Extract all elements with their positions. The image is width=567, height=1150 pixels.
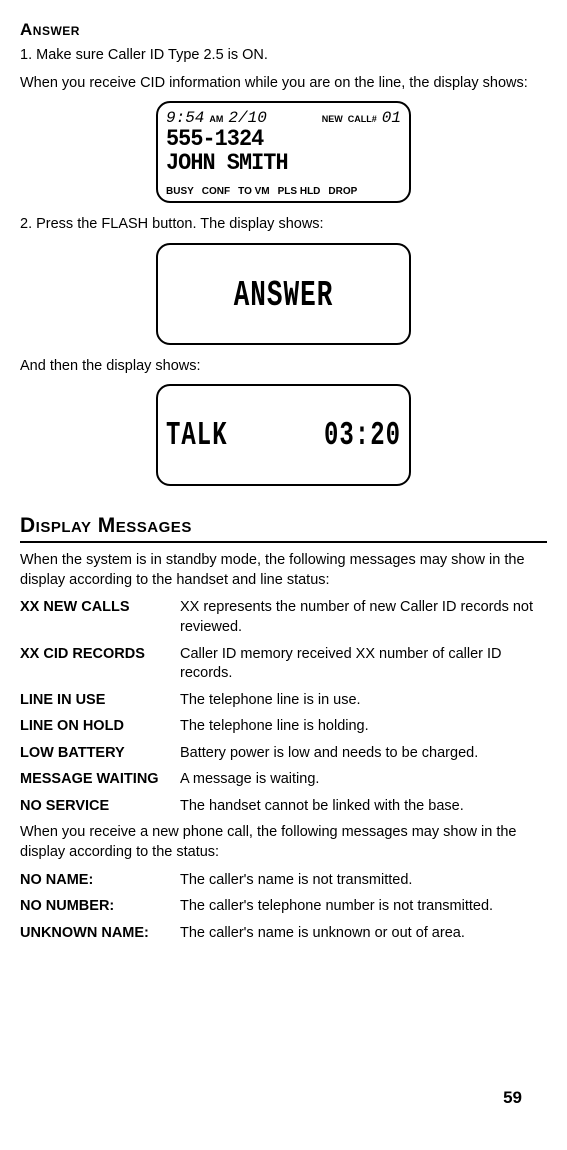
lcd1-drop: DROP [328, 186, 357, 197]
message-row: NO NAME:The caller's name is not transmi… [20, 871, 547, 891]
paragraph-then: And then the display shows: [20, 357, 547, 377]
message-desc: The telephone line is in use. [180, 691, 547, 711]
lcd1-new: NEW [322, 114, 343, 124]
message-row: NO SERVICEThe handset cannot be linked w… [20, 797, 547, 817]
lcd1-time: 9:54 [166, 109, 204, 127]
lcd1-name: JOHN SMITH [166, 151, 389, 175]
intro-call: When you receive a new phone call, the f… [20, 823, 547, 862]
lcd1-plshld: PLS HLD [278, 186, 321, 197]
lcd-display-2-wrap: ANSWER [20, 243, 547, 345]
lcd1-date: 2/10 [228, 109, 266, 127]
lcd1-top-row: 9:54 AM 2/10 NEW CALL# 01 [166, 109, 401, 127]
intro-standby: When the system is in standby mode, the … [20, 551, 547, 590]
lcd1-bottom-row: BUSY CONF TO VM PLS HLD DROP [166, 186, 401, 197]
paragraph-cid-info: When you receive CID information while y… [20, 74, 547, 94]
message-term: NO NUMBER: [20, 897, 180, 917]
message-desc: The handset cannot be linked with the ba… [180, 797, 547, 817]
message-term: XX NEW CALLS [20, 598, 180, 637]
message-term: MESSAGE WAITING [20, 770, 180, 790]
call-messages-list: NO NAME:The caller's name is not transmi… [20, 871, 547, 944]
lcd1-tovm: TO VM [238, 186, 269, 197]
lcd1-phone: 555-1324 [166, 127, 389, 151]
page-number: 59 [503, 1088, 522, 1108]
message-desc: A message is waiting. [180, 770, 547, 790]
message-desc: The caller's name is not transmitted. [180, 871, 547, 891]
standby-messages-list: XX NEW CALLSXX represents the number of … [20, 598, 547, 816]
step-2: 2. Press the FLASH button. The display s… [20, 215, 547, 235]
lcd-display-3-wrap: TALK 03:20 [20, 384, 547, 486]
message-row: NO NUMBER:The caller's telephone number … [20, 897, 547, 917]
lcd2-text: ANSWER [234, 274, 334, 316]
lcd-display-1-wrap: 9:54 AM 2/10 NEW CALL# 01 555-1324 JOHN … [20, 101, 547, 203]
lcd1-conf: CONF [202, 186, 230, 197]
lcd1-call-label: CALL# [348, 114, 377, 124]
message-term: NO NAME: [20, 871, 180, 891]
message-desc: Battery power is low and needs to be cha… [180, 744, 547, 764]
message-term: NO SERVICE [20, 797, 180, 817]
lcd3-talk: TALK [166, 417, 228, 455]
manual-page: Answer 1. Make sure Caller ID Type 2.5 i… [20, 20, 547, 1120]
lcd1-busy: BUSY [166, 186, 194, 197]
message-row: UNKNOWN NAME:The caller's name is unknow… [20, 924, 547, 944]
message-row: XX CID RECORDSCaller ID memory received … [20, 645, 547, 684]
message-term: UNKNOWN NAME: [20, 924, 180, 944]
message-row: LINE ON HOLDThe telephone line is holdin… [20, 717, 547, 737]
message-row: LINE IN USEThe telephone line is in use. [20, 691, 547, 711]
message-term: LINE ON HOLD [20, 717, 180, 737]
message-term: LINE IN USE [20, 691, 180, 711]
lcd3-row: TALK 03:20 [156, 423, 411, 450]
step-1: 1. Make sure Caller ID Type 2.5 is ON. [20, 46, 547, 66]
message-desc: The caller's telephone number is not tra… [180, 897, 547, 917]
lcd-display-3: TALK 03:20 [156, 384, 411, 486]
message-desc: The caller's name is unknown or out of a… [180, 924, 547, 944]
lcd-display-2: ANSWER [156, 243, 411, 345]
message-desc: Caller ID memory received XX number of c… [180, 645, 547, 684]
message-desc: The telephone line is holding. [180, 717, 547, 737]
lcd1-ampm: AM [209, 114, 223, 124]
lcd1-call-num: 01 [382, 109, 401, 127]
heading-answer: Answer [20, 20, 547, 40]
message-desc: XX represents the number of new Caller I… [180, 598, 547, 637]
heading-display-messages: Display Messages [20, 514, 547, 543]
message-row: XX NEW CALLSXX represents the number of … [20, 598, 547, 637]
message-row: LOW BATTERYBattery power is low and need… [20, 744, 547, 764]
lcd3-time: 03:20 [324, 417, 401, 455]
message-term: XX CID RECORDS [20, 645, 180, 684]
message-term: LOW BATTERY [20, 744, 180, 764]
lcd-display-1: 9:54 AM 2/10 NEW CALL# 01 555-1324 JOHN … [156, 101, 411, 203]
message-row: MESSAGE WAITINGA message is waiting. [20, 770, 547, 790]
